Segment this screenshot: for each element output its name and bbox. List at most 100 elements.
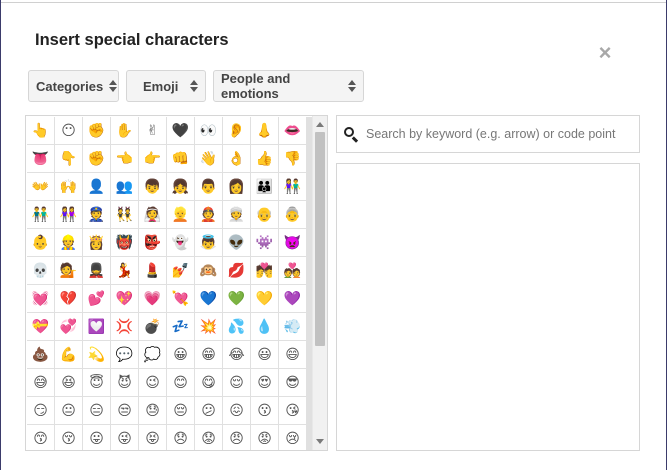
character-cell[interactable]: 😆 bbox=[55, 369, 82, 396]
character-cell[interactable]: 👷 bbox=[55, 229, 82, 256]
character-cell[interactable]: 😢 bbox=[279, 425, 306, 450]
character-cell[interactable]: 👋 bbox=[195, 145, 222, 172]
character-cell[interactable]: 👧 bbox=[167, 173, 194, 200]
character-cell[interactable]: 😉 bbox=[139, 369, 166, 396]
character-cell[interactable]: ✌ bbox=[139, 117, 166, 144]
character-cell[interactable]: 👺 bbox=[139, 229, 166, 256]
character-cell[interactable]: 😊 bbox=[167, 369, 194, 396]
character-cell[interactable]: 💅 bbox=[167, 257, 194, 284]
character-cell[interactable]: 😐 bbox=[55, 397, 82, 424]
character-cell[interactable]: 😘 bbox=[279, 397, 306, 424]
character-cell[interactable]: 👭 bbox=[55, 201, 82, 228]
character-cell[interactable]: 😍 bbox=[251, 369, 278, 396]
character-cell[interactable]: 💚 bbox=[223, 285, 250, 312]
character-cell[interactable]: 👱 bbox=[167, 201, 194, 228]
character-cell[interactable]: 👈 bbox=[111, 145, 138, 172]
character-cell[interactable]: 👃 bbox=[251, 117, 278, 144]
character-cell[interactable]: 👴 bbox=[251, 201, 278, 228]
character-cell[interactable]: 💪 bbox=[55, 341, 82, 368]
character-cell[interactable]: 😔 bbox=[167, 397, 194, 424]
character-cell[interactable]: ✊ bbox=[83, 145, 110, 172]
character-cell[interactable]: 👮 bbox=[83, 201, 110, 228]
character-cell[interactable]: 😏 bbox=[27, 397, 54, 424]
character-cell[interactable]: 👶 bbox=[27, 229, 54, 256]
character-cell[interactable]: 😚 bbox=[55, 425, 82, 450]
character-cell[interactable]: 💥 bbox=[195, 313, 222, 340]
character-cell[interactable]: 👌 bbox=[223, 145, 250, 172]
character-cell[interactable]: 😶 bbox=[55, 117, 82, 144]
character-cell[interactable]: 😋 bbox=[195, 369, 222, 396]
character-cell[interactable]: 👆 bbox=[27, 117, 54, 144]
character-cell[interactable]: 👪 bbox=[251, 173, 278, 200]
character-cell[interactable]: 💀 bbox=[27, 257, 54, 284]
character-cell[interactable]: 👇 bbox=[55, 145, 82, 172]
character-cell[interactable]: 👸 bbox=[83, 229, 110, 256]
character-cell[interactable]: 👅 bbox=[27, 145, 54, 172]
character-cell[interactable]: 👥 bbox=[111, 173, 138, 200]
search-input[interactable] bbox=[366, 127, 636, 141]
character-cell[interactable]: 👩 bbox=[223, 173, 250, 200]
character-cell[interactable]: 👦 bbox=[139, 173, 166, 200]
character-cell[interactable]: 👐 bbox=[27, 173, 54, 200]
character-cell[interactable]: 🖤 bbox=[167, 117, 194, 144]
character-cell[interactable]: 😎 bbox=[279, 369, 306, 396]
character-cell[interactable]: 💫 bbox=[83, 341, 110, 368]
subcategory-select[interactable]: People and emotions bbox=[213, 70, 364, 102]
character-cell[interactable]: 💘 bbox=[167, 285, 194, 312]
character-cell[interactable]: 👽 bbox=[223, 229, 250, 256]
character-cell[interactable]: 😛 bbox=[83, 425, 110, 450]
character-cell[interactable]: 😁 bbox=[195, 341, 222, 368]
character-cell[interactable]: 💗 bbox=[139, 285, 166, 312]
character-cell[interactable]: 💧 bbox=[251, 313, 278, 340]
character-cell[interactable]: 👨 bbox=[195, 173, 222, 200]
character-cell[interactable]: 😙 bbox=[27, 425, 54, 450]
character-cell[interactable]: 👬 bbox=[27, 201, 54, 228]
character-cell[interactable]: 😒 bbox=[111, 397, 138, 424]
character-cell[interactable]: 😞 bbox=[167, 425, 194, 450]
character-cell[interactable]: 😠 bbox=[223, 425, 250, 450]
character-cell[interactable]: 💑 bbox=[279, 257, 306, 284]
character-cell[interactable]: 😑 bbox=[83, 397, 110, 424]
character-cell[interactable]: 💕 bbox=[83, 285, 110, 312]
character-cell[interactable]: 🙉 bbox=[195, 257, 222, 284]
character-cell[interactable]: 👎 bbox=[279, 145, 306, 172]
character-cell[interactable]: 👄 bbox=[279, 117, 306, 144]
character-cell[interactable]: 💨 bbox=[279, 313, 306, 340]
character-cell[interactable]: 💝 bbox=[27, 313, 54, 340]
character-cell[interactable]: 🙌 bbox=[55, 173, 82, 200]
character-cell[interactable]: 💂 bbox=[83, 257, 110, 284]
character-cell[interactable]: 👉 bbox=[139, 145, 166, 172]
character-cell[interactable]: 💁 bbox=[55, 257, 82, 284]
character-cell[interactable]: 😀 bbox=[167, 341, 194, 368]
character-cell[interactable]: 😟 bbox=[195, 425, 222, 450]
character-cell[interactable]: 💬 bbox=[111, 341, 138, 368]
close-button[interactable]: × bbox=[595, 42, 615, 64]
character-cell[interactable]: ✊ bbox=[83, 117, 110, 144]
character-cell[interactable]: 💏 bbox=[251, 257, 278, 284]
character-cell[interactable]: 👹 bbox=[111, 229, 138, 256]
character-cell[interactable]: 😕 bbox=[195, 397, 222, 424]
character-cell[interactable]: 😃 bbox=[251, 341, 278, 368]
character-cell[interactable]: ✋ bbox=[111, 117, 138, 144]
character-cell[interactable]: 💙 bbox=[195, 285, 222, 312]
character-cell[interactable]: 💢 bbox=[111, 313, 138, 340]
character-cell[interactable]: 😓 bbox=[139, 397, 166, 424]
character-cell[interactable]: 👫 bbox=[279, 173, 306, 200]
character-cell[interactable]: 👵 bbox=[279, 201, 306, 228]
character-cell[interactable]: 💃 bbox=[111, 257, 138, 284]
character-cell[interactable]: 😈 bbox=[111, 369, 138, 396]
character-cell[interactable]: 💩 bbox=[27, 341, 54, 368]
character-cell[interactable]: 💞 bbox=[55, 313, 82, 340]
character-cell[interactable]: 💤 bbox=[167, 313, 194, 340]
character-cell[interactable]: 👻 bbox=[167, 229, 194, 256]
scroll-down-arrow-icon[interactable] bbox=[316, 439, 324, 444]
character-cell[interactable]: 💛 bbox=[251, 285, 278, 312]
character-cell[interactable]: 😌 bbox=[223, 369, 250, 396]
character-cell[interactable]: 💓 bbox=[27, 285, 54, 312]
character-cell[interactable]: 😖 bbox=[223, 397, 250, 424]
character-cell[interactable]: 💭 bbox=[139, 341, 166, 368]
character-cell[interactable]: 💔 bbox=[55, 285, 82, 312]
character-cell[interactable]: 💖 bbox=[111, 285, 138, 312]
character-cell[interactable]: 👳 bbox=[223, 201, 250, 228]
character-cell[interactable]: 👰 bbox=[139, 201, 166, 228]
